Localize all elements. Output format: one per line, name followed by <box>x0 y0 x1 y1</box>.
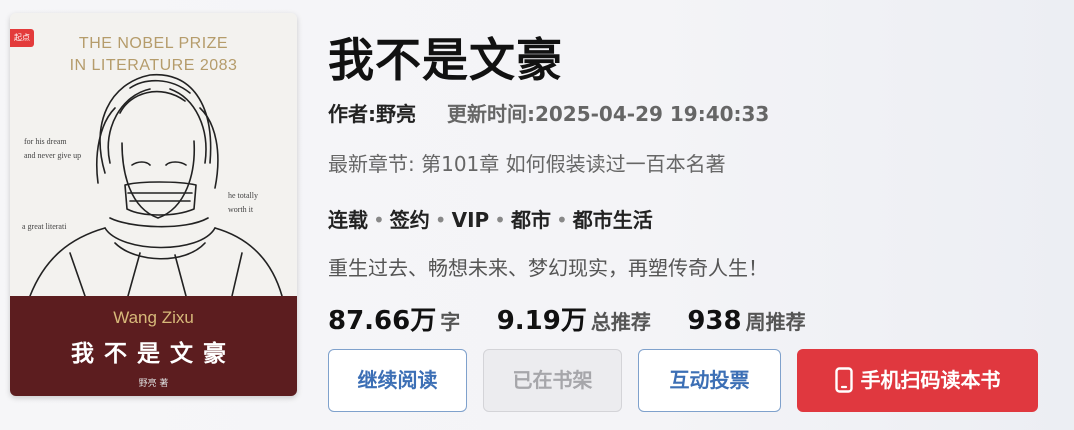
cover-author-cn: 野亮 著 <box>138 379 169 389</box>
prize-line-2: IN LITERATURE 2083 <box>69 57 238 74</box>
book-intro: 重生过去、畅想未来、梦幻现实，再塑传奇人生！ <box>328 256 768 280</box>
book-meta: 作者:野亮 更新时间:2025-04-29 19:40:33 <box>328 98 769 127</box>
side-right-line-1: he totally <box>228 191 258 200</box>
latest-chapter-link[interactable]: 最新章节: 第101章 如何假装读过一百本名著 <box>328 148 726 177</box>
tag-separator: • <box>434 208 447 232</box>
cover-side-left: for his dream and never give up <box>24 135 81 163</box>
week-recommend-label: 周推荐 <box>745 310 806 334</box>
tag-separator: • <box>494 208 506 232</box>
author-link[interactable]: 作者:野亮 <box>328 102 416 126</box>
prize-line-1: THE NOBEL PRIZE <box>78 35 229 52</box>
scan-to-read-label: 手机扫码读本书 <box>860 368 1001 392</box>
book-stats: 87.66万字 9.19万 总推荐 938 周推荐 <box>328 300 838 337</box>
tag-vip: VIP <box>451 208 490 232</box>
total-recommend-unit: 万 <box>560 306 587 336</box>
words-label: 字 <box>440 310 461 334</box>
cover-title-cn: 我不是文豪 <box>71 341 236 367</box>
phone-icon <box>834 366 853 393</box>
update-time: 更新时间:2025-04-29 19:40:33 <box>446 102 770 126</box>
side-left-line-1: for his dream <box>24 137 67 146</box>
book-cover[interactable]: 起点 THE NOBEL PRIZE IN LITERATURE 2083 fo… <box>10 13 297 396</box>
total-recommend-count: 9.19 <box>496 306 561 336</box>
cover-bottom-band: Wang Zixu 我不是文豪 野亮 著 <box>10 296 297 396</box>
tag-subcategory[interactable]: 都市生活 <box>573 208 653 232</box>
tag-contract: 签约 <box>389 208 430 232</box>
cover-prize-text: THE NOBEL PRIZE IN LITERATURE 2083 <box>10 33 297 77</box>
side-right-line-2: worth it <box>228 205 254 214</box>
stat-week-recommend: 938 周推荐 <box>687 306 805 336</box>
words-unit: 万 <box>410 306 437 336</box>
week-recommend-count: 938 <box>687 306 742 336</box>
tag-category[interactable]: 都市 <box>511 208 551 232</box>
cover-author-en: Wang Zixu <box>113 308 194 327</box>
side-left-line-2: and never give up <box>24 151 82 160</box>
tag-separator: • <box>373 208 385 232</box>
tag-list: 连载 • 签约 • VIP • 都市 • 都市生活 <box>328 204 653 233</box>
scan-to-read-button[interactable]: 手机扫码读本书 <box>797 349 1038 412</box>
interactive-vote-button[interactable]: 互动投票 <box>638 349 781 412</box>
action-buttons: 继续阅读 已在书架 互动投票 手机扫码读本书 <box>328 349 1054 412</box>
cover-side-right: he totally worth it <box>228 189 258 217</box>
in-bookshelf-button[interactable]: 已在书架 <box>483 349 622 412</box>
tag-status: 连载 <box>328 208 368 232</box>
tag-separator: • <box>555 208 568 232</box>
words-count: 87.66 <box>328 306 411 336</box>
stat-total-recommend: 9.19万 总推荐 <box>497 300 651 337</box>
cover-side-left-2: a great literati <box>22 222 67 231</box>
stat-words: 87.66万字 <box>328 300 460 337</box>
continue-reading-button[interactable]: 继续阅读 <box>328 349 467 412</box>
book-title: 我不是文豪 <box>328 33 563 87</box>
total-recommend-label: 总推荐 <box>590 310 651 334</box>
